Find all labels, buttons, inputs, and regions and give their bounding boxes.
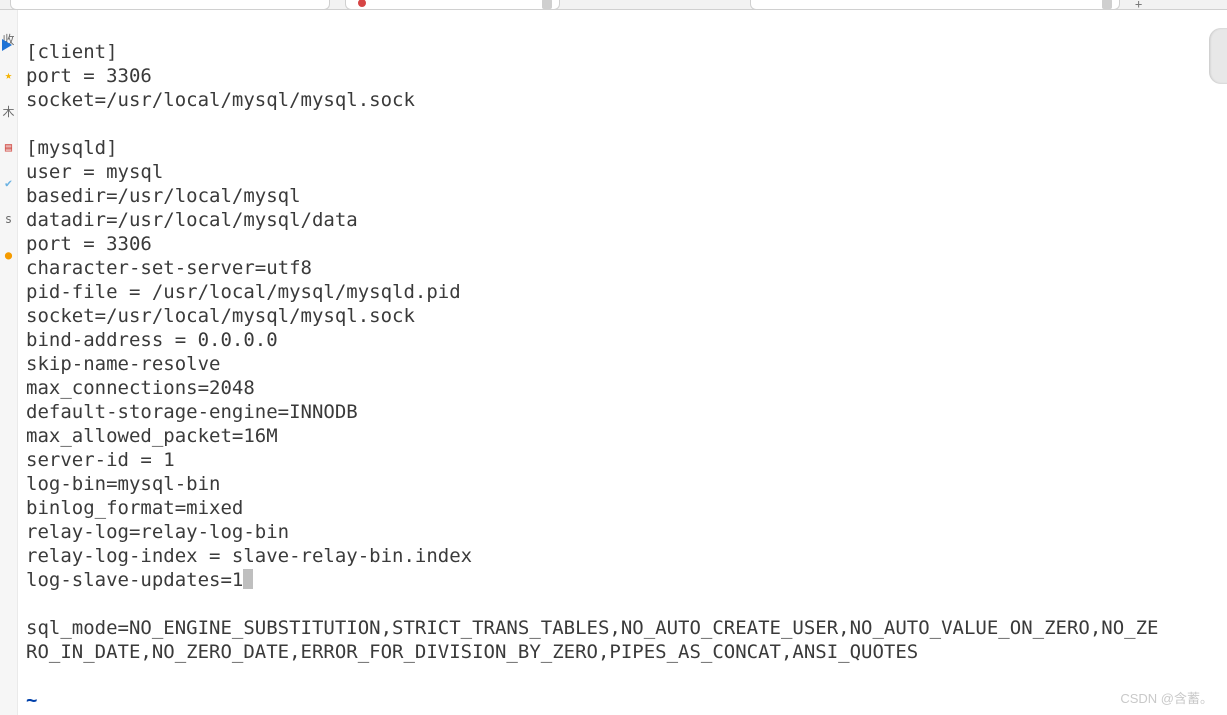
config-line: basedir=/usr/local/mysql: [26, 185, 301, 207]
config-line: relay-log=relay-log-bin: [26, 521, 289, 543]
config-line: RO_IN_DATE,NO_ZERO_DATE,ERROR_FOR_DIVISI…: [26, 641, 918, 663]
watermark-text: CSDN @含蓄。: [1120, 688, 1213, 707]
vim-empty-line-tilde: ~: [26, 689, 37, 711]
orange-icon[interactable]: ●: [2, 248, 16, 262]
favorite-icon[interactable]: 收: [2, 32, 16, 46]
text-cursor: [243, 569, 253, 589]
config-line: max_connections=2048: [26, 377, 255, 399]
new-tab-button[interactable]: +: [1135, 0, 1149, 10]
config-line: default-storage-engine=INNODB: [26, 401, 358, 423]
star-icon[interactable]: ★: [2, 68, 16, 82]
config-line: max_allowed_packet=16M: [26, 425, 278, 447]
config-line: [mysqld]: [26, 137, 118, 159]
config-line: socket=/usr/local/mysql/mysql.sock: [26, 89, 415, 111]
config-line: socket=/usr/local/mysql/mysql.sock: [26, 305, 415, 327]
stop-icon[interactable]: s: [2, 212, 16, 226]
config-line: skip-name-resolve: [26, 353, 220, 375]
config-line: sql_mode=NO_ENGINE_SUBSTITUTION,STRICT_T…: [26, 617, 1158, 639]
close-icon[interactable]: [542, 0, 552, 9]
tab-segment[interactable]: [750, 0, 1120, 10]
config-line: log-slave-updates=1: [26, 569, 243, 591]
config-line: relay-log-index = slave-relay-bin.index: [26, 545, 472, 567]
text-editor[interactable]: [client] port = 3306 socket=/usr/local/m…: [26, 10, 1227, 715]
close-icon[interactable]: [1102, 0, 1112, 9]
browser-tabstrip: +: [0, 0, 1227, 10]
doc-icon[interactable]: ▤: [2, 140, 16, 154]
tree-icon[interactable]: 木: [2, 104, 16, 118]
config-line: [client]: [26, 41, 118, 63]
tab-segment[interactable]: [345, 0, 560, 10]
check-icon[interactable]: ✔: [2, 176, 16, 190]
config-line: log-bin=mysql-bin: [26, 473, 220, 495]
config-line: port = 3306: [26, 233, 152, 255]
bookmark-sidebar: 收 ★ 木 ▤ ✔ s ●: [0, 10, 18, 715]
config-line: datadir=/usr/local/mysql/data: [26, 209, 358, 231]
config-line: character-set-server=utf8: [26, 257, 312, 279]
config-line: pid-file = /usr/local/mysql/mysqld.pid: [26, 281, 461, 303]
config-line: binlog_format=mixed: [26, 497, 243, 519]
config-line: port = 3306: [26, 65, 152, 87]
config-line: user = mysql: [26, 161, 163, 183]
config-line: server-id = 1: [26, 449, 175, 471]
config-line: bind-address = 0.0.0.0: [26, 329, 278, 351]
tab-segment[interactable]: [10, 0, 330, 10]
